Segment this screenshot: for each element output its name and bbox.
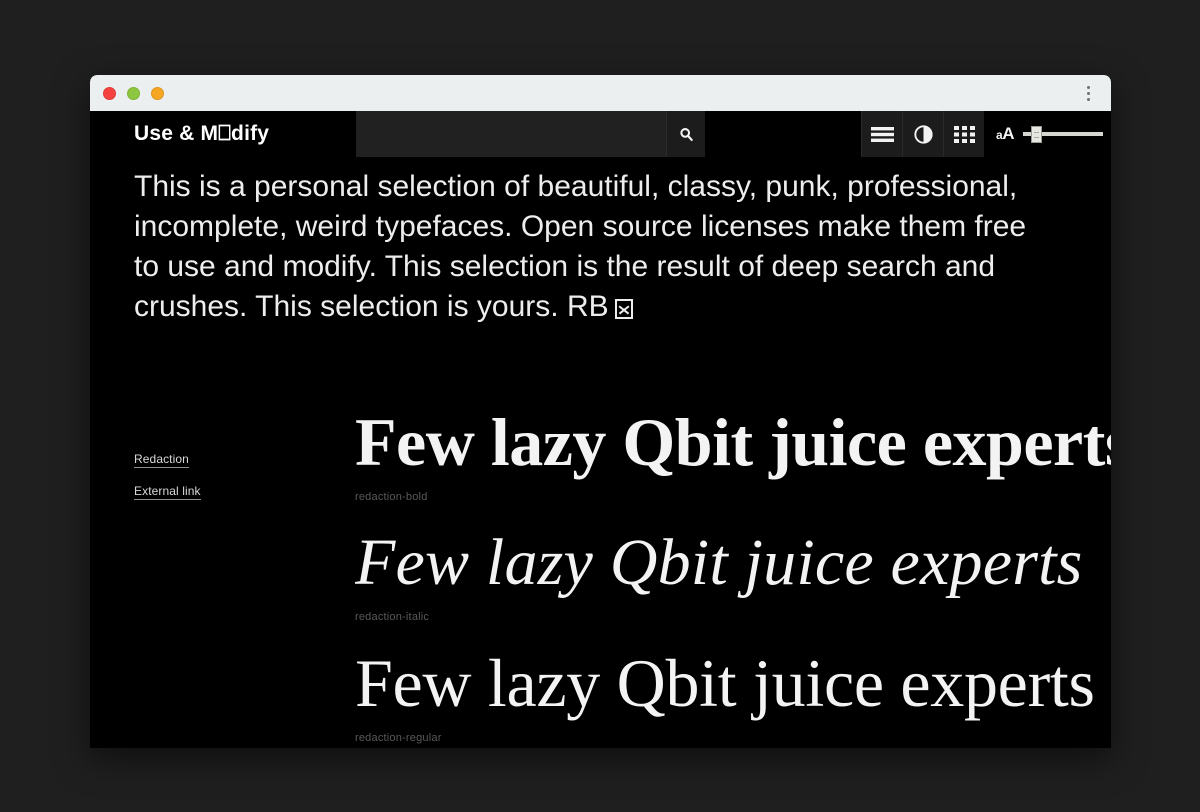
search-icon bbox=[679, 127, 693, 141]
window-titlebar bbox=[90, 75, 1111, 111]
page-content: This is a personal selection of beautifu… bbox=[90, 157, 1111, 748]
specimen-row[interactable]: Few lazy Qbit juice experts redaction-it… bbox=[355, 526, 1111, 623]
maximize-window-button[interactable] bbox=[151, 86, 164, 100]
side-links: Redaction External link bbox=[90, 400, 355, 748]
specimen-row[interactable]: Few lazy Qbit juice experts redaction-re… bbox=[355, 644, 1111, 745]
intro-paragraph: This is a personal selection of beautifu… bbox=[90, 157, 1090, 327]
font-size-big-a: A bbox=[1002, 124, 1014, 143]
toolbar-spacer bbox=[705, 111, 862, 157]
contrast-icon bbox=[913, 124, 933, 144]
grid-view-button[interactable] bbox=[943, 111, 985, 157]
intro-text: This is a personal selection of beautifu… bbox=[134, 170, 1027, 323]
specimen-sample-italic: Few lazy Qbit juice experts bbox=[355, 526, 1083, 600]
font-size-control: aA bbox=[984, 111, 1111, 157]
site-toolbar: Use & M⎕dify aA bbox=[90, 111, 1111, 157]
specimen-label-bold: redaction-bold bbox=[355, 491, 428, 504]
page-title: Use & M⎕dify bbox=[134, 122, 270, 145]
font-size-label: aA bbox=[996, 124, 1014, 144]
grid-icon bbox=[953, 125, 975, 143]
sidebar-item-external-link[interactable]: External link bbox=[134, 484, 201, 500]
browser-window: Use & M⎕dify aA This is a personal selec… bbox=[90, 75, 1111, 748]
sidebar-item-redaction[interactable]: Redaction bbox=[134, 452, 189, 468]
search-button[interactable] bbox=[667, 111, 705, 157]
kebab-dot bbox=[1086, 97, 1090, 101]
font-size-slider[interactable] bbox=[1023, 125, 1103, 143]
slider-thumb[interactable] bbox=[1031, 125, 1042, 143]
boxed-x-icon bbox=[614, 299, 633, 319]
kebab-dot bbox=[1086, 85, 1090, 89]
specimen-area: Redaction External link Few lazy Qbit ju… bbox=[90, 400, 1111, 748]
specimen-label-italic: redaction-italic bbox=[355, 610, 430, 623]
hamburger-icon bbox=[870, 126, 894, 142]
kebab-menu-icon[interactable] bbox=[1079, 75, 1097, 111]
specimen-sample-bold: Few lazy Qbit juice experts bbox=[355, 404, 1111, 480]
traffic-light-group bbox=[103, 86, 164, 100]
hamburger-menu-button[interactable] bbox=[861, 111, 903, 157]
specimen-list: Few lazy Qbit juice experts redaction-bo… bbox=[355, 400, 1111, 748]
close-window-button[interactable] bbox=[103, 86, 116, 100]
site-title-container[interactable]: Use & M⎕dify bbox=[90, 111, 356, 157]
minimize-window-button[interactable] bbox=[127, 86, 140, 100]
specimen-row[interactable]: Few lazy Qbit juice experts redaction-bo… bbox=[355, 404, 1111, 504]
contrast-toggle-button[interactable] bbox=[902, 111, 944, 157]
kebab-dot bbox=[1086, 91, 1090, 95]
desktop-backdrop: Use & M⎕dify aA This is a personal selec… bbox=[0, 0, 1200, 812]
search-input[interactable] bbox=[356, 111, 667, 157]
specimen-sample-regular: Few lazy Qbit juice experts bbox=[355, 644, 1095, 721]
specimen-label-regular: redaction-regular bbox=[355, 732, 442, 745]
